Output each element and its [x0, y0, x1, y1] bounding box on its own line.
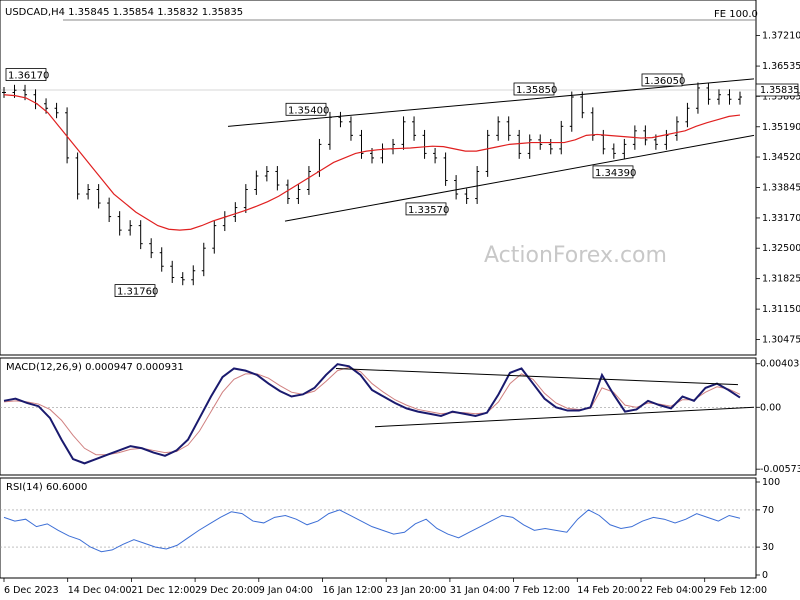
- rsi-tick-label: 100: [762, 477, 780, 488]
- annotation-label: 1.36170: [8, 71, 49, 82]
- annotation-label: 1.31760: [117, 287, 158, 298]
- time-tick-label: 7 Feb 12:00: [514, 585, 570, 596]
- price-tick-label: 1.31150: [762, 304, 800, 315]
- rsi-layer: [0, 509, 756, 553]
- rsi-line: [3, 509, 741, 553]
- price-tick-label: 1.34520: [762, 152, 800, 163]
- time-tick-label: 21 Dec 12:00: [131, 585, 195, 596]
- macd-tick-label: -0.005737: [760, 464, 800, 475]
- time-tick-label: 29 Dec 20:00: [195, 585, 259, 596]
- macd-upper-trendline: [335, 367, 739, 386]
- time-tick-label: 29 Feb 12:00: [705, 585, 767, 596]
- symbol-line: USDCAD,H4 1.35845 1.35854 1.35832 1.3583…: [5, 7, 243, 18]
- price-axis: 1.372101.365351.358651.351901.345201.338…: [756, 31, 800, 346]
- chart-canvas: ActionForex.com USDCAD,H4 1.35845 1.3585…: [0, 0, 800, 596]
- watermark: ActionForex.com: [484, 243, 667, 268]
- last-price-badge: 1.35835: [755, 83, 799, 97]
- price-tick-label: 1.37210: [762, 31, 800, 42]
- price-tick-label: 1.33845: [762, 182, 800, 193]
- time-tick-label: 23 Jan 20:00: [386, 585, 446, 596]
- annotation-label: 1.35400: [288, 105, 329, 116]
- rsi-tick-label: 70: [762, 505, 774, 516]
- macd-axis: 0.004038 0.00 -0.005737: [756, 359, 800, 475]
- price-tick-label: 1.33170: [762, 213, 800, 224]
- fe-label: FE 100.0: [714, 9, 758, 20]
- price-tick-label: 1.30475: [762, 335, 800, 346]
- price-tick-label: 1.32500: [762, 243, 800, 254]
- annotation-label: 1.36050: [644, 76, 685, 87]
- macd-label: MACD(12,26,9) 0.000947 0.000931: [6, 362, 184, 373]
- annotation-label: 1.34390: [595, 168, 636, 179]
- panel-frames: [0, 0, 757, 579]
- macd-tick-label: 0.004038: [760, 359, 800, 370]
- macd-tick-label: 0.00: [760, 402, 781, 413]
- rsi-axis: 100 70 30 0: [756, 477, 780, 581]
- rsi-label: RSI(14) 60.6000: [6, 482, 87, 493]
- price-tick-label: 1.31825: [762, 274, 800, 285]
- time-tick-label: 6 Dec 2023: [4, 585, 59, 596]
- rsi-tick-label: 0: [762, 570, 768, 581]
- time-tick-label: 16 Jan 12:00: [323, 585, 383, 596]
- macd-layer: [0, 363, 756, 465]
- time-tick-label: 14 Dec 04:00: [68, 585, 132, 596]
- price-tick-label: 1.36535: [762, 61, 800, 72]
- last-price-label: 1.35835: [760, 85, 799, 96]
- time-tick-label: 22 Feb 04:00: [641, 585, 703, 596]
- time-tick-label: 14 Feb 20:00: [577, 585, 639, 596]
- price-tick-label: 1.35190: [762, 122, 800, 133]
- time-tick-label: 9 Jan 04:00: [259, 585, 313, 596]
- annotation-label: 1.33570: [408, 205, 449, 216]
- time-axis: 6 Dec 2023 14 Dec 04:00 21 Dec 12:00 29 Dec…: [3, 578, 767, 596]
- rsi-tick-label: 30: [762, 542, 774, 553]
- annotation-label: 1.35850: [516, 85, 557, 96]
- time-tick-label: 31 Jan 04:00: [450, 585, 510, 596]
